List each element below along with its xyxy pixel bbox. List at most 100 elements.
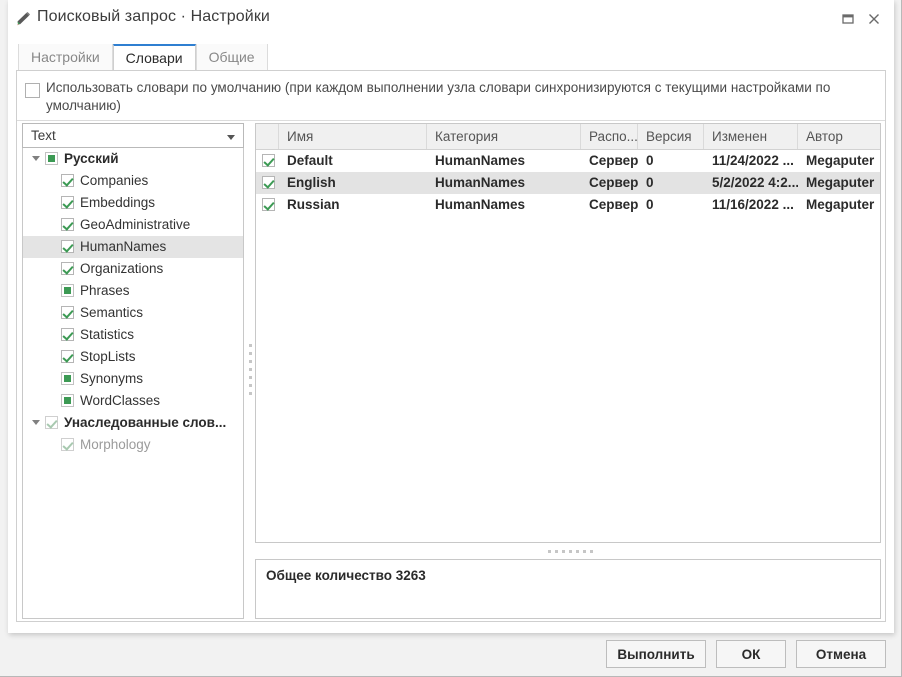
pencil-icon xyxy=(14,10,32,28)
use-default-dictionaries-label: Использовать словари по умолчанию (при к… xyxy=(46,80,831,113)
ok-button[interactable]: ОК xyxy=(716,640,786,668)
tree-item-label: Унаследованные слов... xyxy=(64,415,227,430)
splitter-grip-dot xyxy=(576,550,579,553)
splitter-grip-dot xyxy=(590,550,593,553)
table-column-header[interactable]: Автор xyxy=(798,124,880,149)
table-row[interactable]: Default HumanNames Сервер 0 11/24/2022 ... Me… xyxy=(256,150,880,172)
tree-item-checkbox[interactable] xyxy=(61,350,74,363)
tree-item-checkbox[interactable] xyxy=(61,262,74,275)
tree-item[interactable]: GeoAdministrative xyxy=(23,214,243,236)
table-cell-location: Сервер xyxy=(589,153,638,168)
tree-item-checkbox[interactable] xyxy=(61,284,74,297)
table-cell-version: 0 xyxy=(646,175,654,190)
tree-item-checkbox[interactable] xyxy=(61,438,74,451)
tab-bar: Настройки Словари Общие xyxy=(8,44,894,70)
maximize-icon[interactable] xyxy=(839,10,857,28)
tree-item-checkbox[interactable] xyxy=(61,196,74,209)
chevron-down-icon[interactable] xyxy=(32,156,40,161)
table-cell-name: Default xyxy=(287,153,333,168)
table-body: Default HumanNames Сервер 0 11/24/2022 ... Me… xyxy=(256,150,880,216)
tree-item[interactable]: Русский xyxy=(23,148,243,170)
tree-item[interactable]: WordClasses xyxy=(23,390,243,412)
tree-item[interactable]: StopLists xyxy=(23,346,243,368)
tree-item-label: Synonyms xyxy=(80,371,144,386)
language-select-value: Text xyxy=(31,128,56,143)
tree-item[interactable]: HumanNames xyxy=(23,236,243,258)
dictionaries-panel: Использовать словари по умолчанию (при к… xyxy=(16,70,886,622)
table-column-header[interactable]: Изменен xyxy=(704,124,798,149)
table-cell-modified: 5/2/2022 4:2... xyxy=(712,175,798,190)
execute-button[interactable]: Выполнить xyxy=(606,640,706,668)
settings-dialog: Поисковый запрос · Настройки Настройки Сл… xyxy=(8,0,894,633)
dictionary-tree[interactable]: Русский Companies Embeddings GeoAdministrat… xyxy=(22,148,244,619)
tree-item[interactable]: Phrases xyxy=(23,280,243,302)
dialog-footer: Выполнить ОК Отмена xyxy=(8,633,894,677)
splitter-grip-dot xyxy=(249,392,252,395)
tree-item-checkbox[interactable] xyxy=(61,328,74,341)
table-cell-version: 0 xyxy=(646,197,654,212)
tree-item-label: Phrases xyxy=(80,283,130,298)
tree-item-label: Embeddings xyxy=(80,195,156,210)
tree-item-label: WordClasses xyxy=(80,393,161,408)
table-cell-category: HumanNames xyxy=(435,197,526,212)
row-checkbox[interactable] xyxy=(262,198,275,211)
window-title: Поисковый запрос · Настройки xyxy=(37,8,270,25)
cancel-button[interactable]: Отмена xyxy=(796,640,886,668)
chevron-down-icon[interactable] xyxy=(32,420,40,425)
tree-item-checkbox[interactable] xyxy=(61,174,74,187)
table-column-header[interactable]: Распо... xyxy=(581,124,638,149)
tree-item[interactable]: Унаследованные слов... xyxy=(23,412,243,434)
tree-item-checkbox[interactable] xyxy=(45,416,58,429)
language-select[interactable]: Text xyxy=(22,123,244,148)
table-header: Имя Категория Распо... Версия Изменен Автор xyxy=(256,124,880,150)
splitter-grip-dot xyxy=(249,376,252,379)
splitter-grip-dot xyxy=(249,360,252,363)
splitter-grip-dot xyxy=(569,550,572,553)
tree-item[interactable]: Embeddings xyxy=(23,192,243,214)
tab-2[interactable]: Общие xyxy=(195,44,268,70)
tree-item-checkbox[interactable] xyxy=(61,218,74,231)
table-column-header[interactable] xyxy=(256,124,279,149)
tree-item-checkbox[interactable] xyxy=(61,394,74,407)
row-checkbox[interactable] xyxy=(262,154,275,167)
table-row[interactable]: English HumanNames Сервер 0 5/2/2022 4:2... M… xyxy=(256,172,880,194)
tree-item[interactable]: Synonyms xyxy=(23,368,243,390)
tree-item[interactable]: Morphology xyxy=(23,434,243,456)
use-default-dictionaries-checkbox[interactable] xyxy=(25,83,40,98)
dictionary-tree-column: Text Русский Companies Embeddings GeoAdmini… xyxy=(22,123,244,619)
row-checkbox[interactable] xyxy=(262,176,275,189)
vertical-splitter[interactable] xyxy=(246,126,255,616)
title-bar: Поисковый запрос · Настройки xyxy=(8,0,894,36)
tab-0[interactable]: Настройки xyxy=(18,44,113,70)
table-column-header[interactable]: Категория xyxy=(427,124,581,149)
tree-item-label: Companies xyxy=(80,173,149,188)
tree-item-checkbox[interactable] xyxy=(45,152,58,165)
tree-item-label: Русский xyxy=(64,151,119,166)
table-row[interactable]: Russian HumanNames Сервер 0 11/16/2022 ... Me… xyxy=(256,194,880,216)
table-column-header[interactable]: Имя xyxy=(279,124,427,149)
tree-item[interactable]: Companies xyxy=(23,170,243,192)
summary-panel: Общее количество 3263 xyxy=(255,559,881,619)
splitter-grip-dot xyxy=(249,384,252,387)
tree-item[interactable]: Semantics xyxy=(23,302,243,324)
table-cell-category: HumanNames xyxy=(435,175,526,190)
tree-item-checkbox[interactable] xyxy=(61,240,74,253)
tree-item[interactable]: Organizations xyxy=(23,258,243,280)
table-cell-modified: 11/24/2022 ... xyxy=(712,153,794,168)
default-dictionaries-row: Использовать словари по умолчанию (при к… xyxy=(17,71,885,121)
application-window: Поисковый запрос · Настройки Настройки Сл… xyxy=(0,0,902,677)
table-cell-author: Megaputer xyxy=(806,175,875,190)
tree-item-label: GeoAdministrative xyxy=(80,217,191,232)
tree-item-checkbox[interactable] xyxy=(61,372,74,385)
horizontal-splitter[interactable] xyxy=(255,543,881,559)
splitter-grip-dot xyxy=(562,550,565,553)
splitter-grip-dot xyxy=(583,550,586,553)
table-cell-category: HumanNames xyxy=(435,153,526,168)
splitter-grip-dot xyxy=(548,550,551,553)
tree-item-checkbox[interactable] xyxy=(61,306,74,319)
tree-item[interactable]: Statistics xyxy=(23,324,243,346)
close-icon[interactable] xyxy=(865,10,883,28)
table-column-header[interactable]: Версия xyxy=(638,124,704,149)
splitter-grip-dot xyxy=(555,550,558,553)
tab-1[interactable]: Словари xyxy=(112,44,196,70)
